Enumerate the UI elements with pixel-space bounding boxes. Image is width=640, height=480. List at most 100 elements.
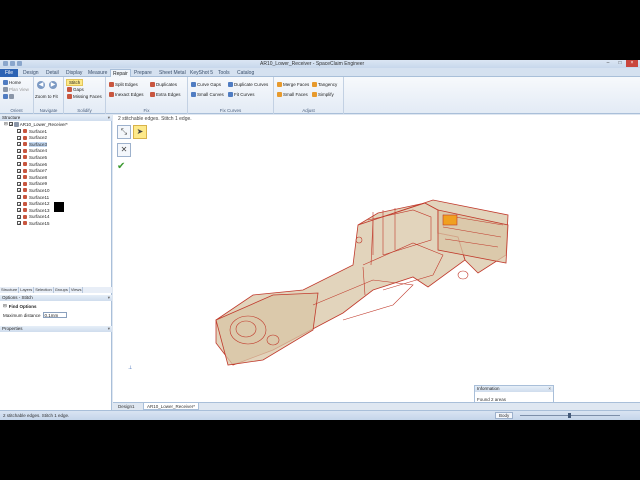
max-distance-field[interactable]: 0.1mm — [42, 312, 67, 318]
visibility-checkbox[interactable]: ✓ — [17, 162, 21, 167]
visibility-checkbox[interactable]: ✓ — [17, 214, 21, 219]
duplicate-curves-icon — [228, 82, 233, 87]
visibility-checkbox[interactable]: ✓ — [17, 168, 21, 173]
tab-repair[interactable]: Repair — [110, 69, 131, 77]
tree-item[interactable]: ✓ Surface15 — [17, 220, 50, 226]
tree-item[interactable]: ✓ Surface5 — [17, 154, 47, 160]
save-icon[interactable] — [3, 61, 8, 66]
visibility-checkbox[interactable]: ✓ — [17, 181, 21, 186]
tab-keyshot[interactable]: KeyShot 5 — [188, 69, 215, 77]
tree-item-label: Surface9 — [29, 181, 48, 187]
plan-view-button[interactable]: Plan View — [3, 87, 29, 92]
group-label-fix: Fix — [143, 108, 150, 113]
split-edges-button[interactable]: Split Edges — [109, 82, 138, 87]
merge-faces-button[interactable]: Merge Faces — [277, 82, 309, 87]
minimize-button[interactable]: – — [602, 60, 614, 67]
root-checkbox[interactable]: ✓ — [8, 122, 13, 127]
visibility-checkbox[interactable]: ✓ — [17, 155, 21, 160]
curve-gaps-button[interactable]: Curve Gaps — [191, 82, 221, 87]
doc-tab-design1[interactable]: Design1 — [115, 403, 138, 410]
small-curves-button[interactable]: Small Curves — [191, 92, 224, 97]
small-faces-button[interactable]: Small Faces — [277, 92, 308, 97]
doc-tab-receiver[interactable]: AR10_Lower_Receiver* — [143, 403, 200, 410]
tree-item[interactable]: ✓ Surface4 — [17, 148, 47, 154]
zoom-slider-handle[interactable] — [568, 413, 571, 418]
tree-item[interactable]: ✓ Surface12 — [17, 201, 50, 207]
visibility-checkbox[interactable]: ✓ — [17, 135, 21, 140]
design-viewport[interactable]: 2 stitchable edges. Stitch 1 edge. ⤡ ➤ ✕… — [113, 115, 640, 402]
home-button[interactable]: Home — [3, 80, 21, 85]
pin-icon[interactable]: ▾ — [108, 295, 110, 301]
panel-tab-layers[interactable]: Layers — [19, 287, 35, 293]
tree-root[interactable]: ⊟ ✓ AR10_Lower_Receiver* — [4, 121, 68, 127]
undo-icon[interactable] — [10, 61, 15, 66]
rotate-icon — [3, 94, 8, 99]
view-tools[interactable] — [3, 94, 14, 99]
panel-tab-views[interactable]: Views — [70, 287, 84, 293]
tangency-button[interactable]: Tangency — [312, 82, 337, 87]
pivot-hole — [457, 270, 469, 280]
part-icon — [13, 121, 19, 127]
tab-display[interactable]: Display — [64, 69, 84, 77]
simplify-icon — [312, 92, 317, 97]
tree-item[interactable]: ✓ Surface13 — [17, 207, 50, 213]
forward-arrow-icon[interactable]: ▶ — [49, 81, 57, 89]
tree-item[interactable]: ✓ Surface14 — [17, 214, 50, 220]
panel-tab-groups[interactable]: Groups — [54, 287, 70, 293]
duplicate-curves-button[interactable]: Duplicate Curves — [228, 82, 268, 87]
visibility-checkbox[interactable]: ✓ — [17, 148, 21, 153]
find-options-section[interactable]: ⊟ Find Options — [3, 303, 37, 309]
gaps-button[interactable]: Gaps — [67, 87, 84, 92]
surface-icon — [23, 188, 27, 193]
missing-faces-button[interactable]: Missing Faces — [67, 94, 102, 99]
tree-item[interactable]: ✓ Surface8 — [17, 174, 47, 180]
visibility-checkbox[interactable]: ✓ — [17, 188, 21, 193]
duplicates-button[interactable]: Duplicates — [150, 82, 177, 87]
inexact-edges-button[interactable]: Inexact Edges — [109, 92, 144, 97]
collapse-icon[interactable]: ⊟ — [4, 121, 8, 127]
tree-item-label: Surface13 — [29, 207, 50, 213]
pin-icon[interactable]: ▾ — [108, 326, 110, 332]
tree-item[interactable]: ✓ Surface10 — [17, 187, 50, 193]
receiver-model[interactable] — [113, 115, 640, 402]
close-icon[interactable]: × — [548, 386, 551, 392]
tab-detail[interactable]: Detail — [44, 69, 61, 77]
highlighted-face[interactable] — [442, 214, 458, 226]
visibility-checkbox[interactable]: ✓ — [17, 195, 21, 200]
visibility-checkbox[interactable]: ✓ — [17, 142, 21, 147]
tree-item[interactable]: ✓ Surface3 — [17, 141, 48, 147]
fit-curves-button[interactable]: Fit Curves — [228, 92, 255, 97]
tree-item[interactable]: ✓ Surface11 — [17, 194, 49, 200]
tree-item[interactable]: ✓ Surface7 — [17, 168, 47, 174]
group-label-navigate: Navigate — [39, 108, 58, 113]
tree-item[interactable]: ✓ Surface2 — [17, 135, 47, 141]
panel-tab-selection[interactable]: Selection — [34, 287, 54, 293]
visibility-checkbox[interactable]: ✓ — [17, 208, 21, 213]
close-button[interactable]: × — [626, 60, 638, 67]
visibility-checkbox[interactable]: ✓ — [17, 201, 21, 206]
back-arrow-icon[interactable]: ◀ — [37, 81, 45, 89]
visibility-checkbox[interactable]: ✓ — [17, 175, 21, 180]
panel-tab-structure[interactable]: Structure — [0, 287, 20, 293]
axis-triad-icon: ⊥ — [128, 365, 133, 371]
maximize-button[interactable]: □ — [614, 60, 626, 67]
collapse-icon[interactable]: ⊟ — [3, 303, 7, 309]
tab-sheet-metal[interactable]: Sheet Metal — [157, 69, 188, 77]
stitch-button[interactable]: Stitch — [66, 79, 84, 86]
simplify-button[interactable]: Simplify — [312, 92, 334, 97]
extra-edges-button[interactable]: Extra Edges — [150, 92, 181, 97]
tab-design[interactable]: Design — [21, 69, 41, 77]
tree-item[interactable]: ✓ Surface6 — [17, 161, 47, 167]
selection-mode-dropdown[interactable]: Body — [495, 412, 514, 419]
tab-file[interactable]: File — [0, 69, 18, 77]
visibility-checkbox[interactable]: ✓ — [17, 129, 21, 134]
redo-icon[interactable] — [17, 61, 22, 66]
tab-catalog[interactable]: Catalog — [235, 69, 256, 77]
group-label-solidify: Solidify — [77, 108, 92, 113]
tab-tools[interactable]: Tools — [216, 69, 232, 77]
tab-prepare[interactable]: Prepare — [132, 69, 154, 77]
visibility-checkbox[interactable]: ✓ — [17, 221, 21, 226]
tree-item[interactable]: ✓ Surface9 — [17, 181, 47, 187]
tab-measure[interactable]: Measure — [86, 69, 109, 77]
tree-item[interactable]: ✓ Surface1 — [17, 128, 47, 134]
